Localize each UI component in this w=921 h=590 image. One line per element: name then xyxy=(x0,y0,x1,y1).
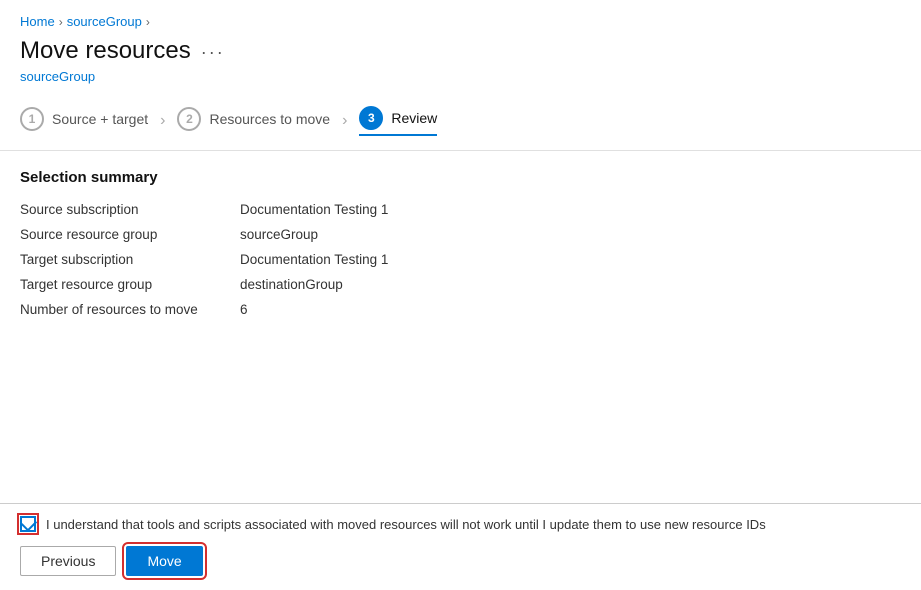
move-button[interactable]: Move xyxy=(126,546,202,576)
page-container: Home › sourceGroup › Move resources ··· … xyxy=(0,0,921,590)
steps-bar: 1 Source + target › 2 Resources to move … xyxy=(0,96,921,151)
value-source-resource-group: sourceGroup xyxy=(240,227,901,242)
label-target-subscription: Target subscription xyxy=(20,252,240,267)
label-number-of-resources: Number of resources to move xyxy=(20,302,240,317)
page-title: Move resources xyxy=(20,37,191,65)
summary-table: Source subscription Documentation Testin… xyxy=(20,202,901,317)
footer-notice: I understand that tools and scripts asso… xyxy=(20,516,901,534)
label-target-resource-group: Target resource group xyxy=(20,277,240,292)
previous-button[interactable]: Previous xyxy=(20,546,116,576)
value-source-subscription: Documentation Testing 1 xyxy=(240,202,901,217)
footer-buttons: Previous Move xyxy=(20,546,901,576)
value-target-resource-group: destinationGroup xyxy=(240,277,901,292)
step-1-label: Source + target xyxy=(52,111,148,127)
step-separator-2: › xyxy=(342,112,347,130)
footer-notice-text: I understand that tools and scripts asso… xyxy=(46,516,766,534)
breadcrumb: Home › sourceGroup › xyxy=(0,0,921,33)
breadcrumb-home[interactable]: Home xyxy=(20,14,55,29)
breadcrumb-separator-1: › xyxy=(59,15,63,29)
page-header: Move resources ··· xyxy=(0,33,921,67)
checkbox-wrapper xyxy=(20,516,36,532)
step-1-circle: 1 xyxy=(20,107,44,131)
step-3-circle: 3 xyxy=(359,106,383,130)
footer: I understand that tools and scripts asso… xyxy=(0,503,921,590)
label-source-subscription: Source subscription xyxy=(20,202,240,217)
breadcrumb-separator-2: › xyxy=(146,15,150,29)
step-separator-1: › xyxy=(160,112,165,130)
step-2-label: Resources to move xyxy=(209,111,330,127)
value-target-subscription: Documentation Testing 1 xyxy=(240,252,901,267)
breadcrumb-group[interactable]: sourceGroup xyxy=(67,14,142,29)
more-options-icon[interactable]: ··· xyxy=(201,42,225,63)
step-2[interactable]: 2 Resources to move xyxy=(177,107,330,135)
step-3[interactable]: 3 Review xyxy=(359,106,437,136)
understand-checkbox[interactable] xyxy=(20,516,36,532)
page-subtitle: sourceGroup xyxy=(0,67,921,96)
step-3-label: Review xyxy=(391,110,437,126)
step-1[interactable]: 1 Source + target xyxy=(20,107,148,135)
step-2-circle: 2 xyxy=(177,107,201,131)
content-area: Selection summary Source subscription Do… xyxy=(0,151,921,503)
label-source-resource-group: Source resource group xyxy=(20,227,240,242)
value-number-of-resources: 6 xyxy=(240,302,901,317)
section-title: Selection summary xyxy=(20,169,901,186)
